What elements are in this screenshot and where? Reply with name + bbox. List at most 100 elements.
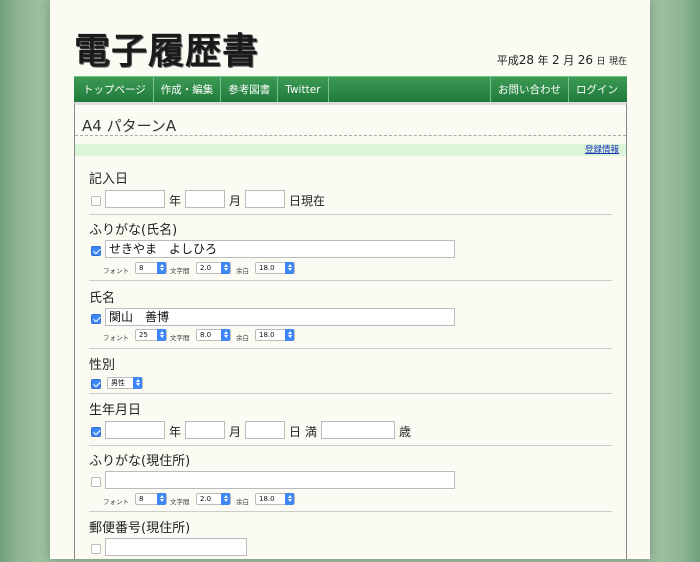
entry-date-month-unit: 月 [229, 194, 242, 208]
section-gender: 性別 男性 [89, 349, 612, 394]
nav-contact[interactable]: お問い合わせ [491, 77, 569, 102]
furigana-name-margin-select[interactable]: 18.0 [255, 262, 295, 274]
nav-create-edit[interactable]: 作成・編集 [154, 77, 222, 102]
nav-twitter[interactable]: Twitter [278, 77, 329, 102]
main-nav: トップページ 作成・編集 参考図書 Twitter お問い合わせ ログイン [74, 76, 627, 102]
date-suffix: 現在 [608, 57, 627, 67]
register-bar: 登録情報 [75, 144, 626, 156]
chevron-updown-icon [221, 493, 230, 505]
name-font-label: フォント [103, 334, 129, 342]
chevron-updown-icon [285, 329, 294, 341]
furigana-name-label: ふりがな(氏名) [89, 223, 178, 238]
date-era: 平成 [496, 54, 519, 67]
furigana-name-spacing-value: 2.0 [200, 264, 212, 272]
postal-code-checkbox[interactable] [91, 544, 101, 554]
furigana-address-margin-select[interactable]: 18.0 [255, 493, 295, 505]
section-furigana-address: ふりがな(現住所) フォント 8 文字間 2.0 余白 18.0 [89, 446, 612, 512]
date-month-unit: 月 [563, 54, 575, 67]
furigana-address-checkbox[interactable] [91, 477, 101, 487]
name-label: 氏名 [89, 291, 116, 306]
furigana-name-font-select[interactable]: 8 [135, 262, 167, 274]
date-day-unit: 日 [596, 57, 606, 67]
gender-value: 男性 [111, 379, 125, 387]
pattern-title: A4 パターンA [82, 117, 177, 135]
entry-date-checkbox[interactable] [91, 196, 101, 206]
chevron-updown-icon [157, 493, 166, 505]
birthdate-day-field[interactable] [245, 421, 285, 439]
furigana-address-margin-value: 18.0 [259, 495, 275, 503]
furigana-address-font-select[interactable]: 8 [135, 493, 167, 505]
entry-date-year-unit: 年 [169, 194, 182, 208]
furigana-address-label: ふりがな(現住所) [89, 454, 191, 469]
name-spacing-value: 8.0 [200, 331, 212, 339]
furigana-name-input[interactable]: せきやま よしひろ [105, 240, 455, 258]
furigana-name-font-value: 8 [139, 264, 144, 272]
nav-spacer [329, 77, 491, 102]
section-entry-date: 記入日 年 月 日現在 [89, 163, 612, 215]
postal-code-input[interactable] [105, 538, 247, 556]
page: 電子履歴書 平成28 年 2 月 26 日 現在 トップページ 作成・編集 参考… [50, 0, 650, 559]
name-font-select[interactable]: 25 [135, 329, 167, 341]
furigana-name-spacing-select[interactable]: 2.0 [196, 262, 231, 274]
postal-code-label: 郵便番号(現住所) [89, 521, 191, 536]
register-info-link[interactable]: 登録情報 [585, 144, 619, 156]
birthdate-month-field[interactable] [185, 421, 225, 439]
chevron-updown-icon [157, 329, 166, 341]
section-birthdate: 生年月日 年 月 日 満 歳 [89, 394, 612, 446]
furigana-address-spacing-value: 2.0 [200, 495, 212, 503]
date-day: 26 [577, 53, 593, 67]
nav-top-page[interactable]: トップページ [74, 77, 154, 102]
furigana-name-spacing-label: 文字間 [170, 267, 190, 275]
current-date: 平成28 年 2 月 26 日 現在 [497, 52, 627, 68]
name-margin-select[interactable]: 18.0 [255, 329, 295, 341]
birthdate-checkbox[interactable] [91, 427, 101, 437]
birthdate-man-unit: 満 [305, 425, 318, 439]
birthdate-month-unit: 月 [229, 425, 242, 439]
name-margin-value: 18.0 [259, 331, 275, 339]
chevron-updown-icon [285, 493, 294, 505]
date-year-unit: 年 [537, 54, 549, 67]
name-input[interactable]: 関山 善博 [105, 308, 455, 326]
site-logo[interactable]: 電子履歴書 [74, 22, 259, 74]
name-checkbox[interactable] [91, 314, 101, 324]
entry-date-year-field[interactable] [105, 190, 165, 208]
furigana-address-input[interactable] [105, 471, 455, 489]
chevron-updown-icon [285, 262, 294, 274]
birthdate-day-unit: 日 [289, 425, 302, 439]
entry-date-day-field[interactable] [245, 190, 285, 208]
gender-checkbox[interactable] [91, 379, 101, 389]
chevron-updown-icon [221, 262, 230, 274]
name-margin-label: 余白 [236, 334, 249, 342]
furigana-name-font-label: フォント [103, 267, 129, 275]
main-content: A4 パターンA 登録情報 記入日 年 月 日現在 ふりがな(氏名) せきやま … [74, 102, 627, 559]
birthdate-year-unit: 年 [169, 425, 182, 439]
chevron-updown-icon [157, 262, 166, 274]
section-name: 氏名 関山 善博 フォント 25 文字間 8.0 余白 18.0 [89, 281, 612, 349]
chevron-updown-icon [133, 377, 142, 389]
birthdate-label: 生年月日 [89, 403, 142, 418]
chevron-updown-icon [221, 329, 230, 341]
entry-date-month-field[interactable] [185, 190, 225, 208]
furigana-address-spacing-select[interactable]: 2.0 [196, 493, 231, 505]
date-year: 28 [518, 53, 535, 67]
section-furigana-name: ふりがな(氏名) せきやま よしひろ フォント 8 文字間 2.0 余白 18.… [89, 215, 612, 281]
name-font-value: 25 [139, 331, 148, 339]
header: 電子履歴書 平成28 年 2 月 26 日 現在 [50, 0, 650, 72]
birthdate-age-unit: 歳 [399, 425, 412, 439]
name-spacing-label: 文字間 [170, 334, 190, 342]
nav-reference-books[interactable]: 参考図書 [221, 77, 279, 102]
name-spacing-select[interactable]: 8.0 [196, 329, 231, 341]
furigana-name-margin-value: 18.0 [259, 264, 275, 272]
furigana-name-margin-label: 余白 [236, 267, 249, 275]
gender-label: 性別 [89, 358, 116, 373]
furigana-address-margin-label: 余白 [236, 498, 249, 506]
title-divider [75, 135, 626, 136]
furigana-address-spacing-label: 文字間 [170, 498, 190, 506]
section-postal-code: 郵便番号(現住所) [89, 512, 612, 562]
birthdate-year-field[interactable] [105, 421, 165, 439]
nav-login[interactable]: ログイン [569, 77, 627, 102]
furigana-address-font-value: 8 [139, 495, 144, 503]
furigana-name-checkbox[interactable] [91, 246, 101, 256]
birthdate-age-field[interactable] [321, 421, 395, 439]
gender-select[interactable]: 男性 [107, 377, 143, 389]
